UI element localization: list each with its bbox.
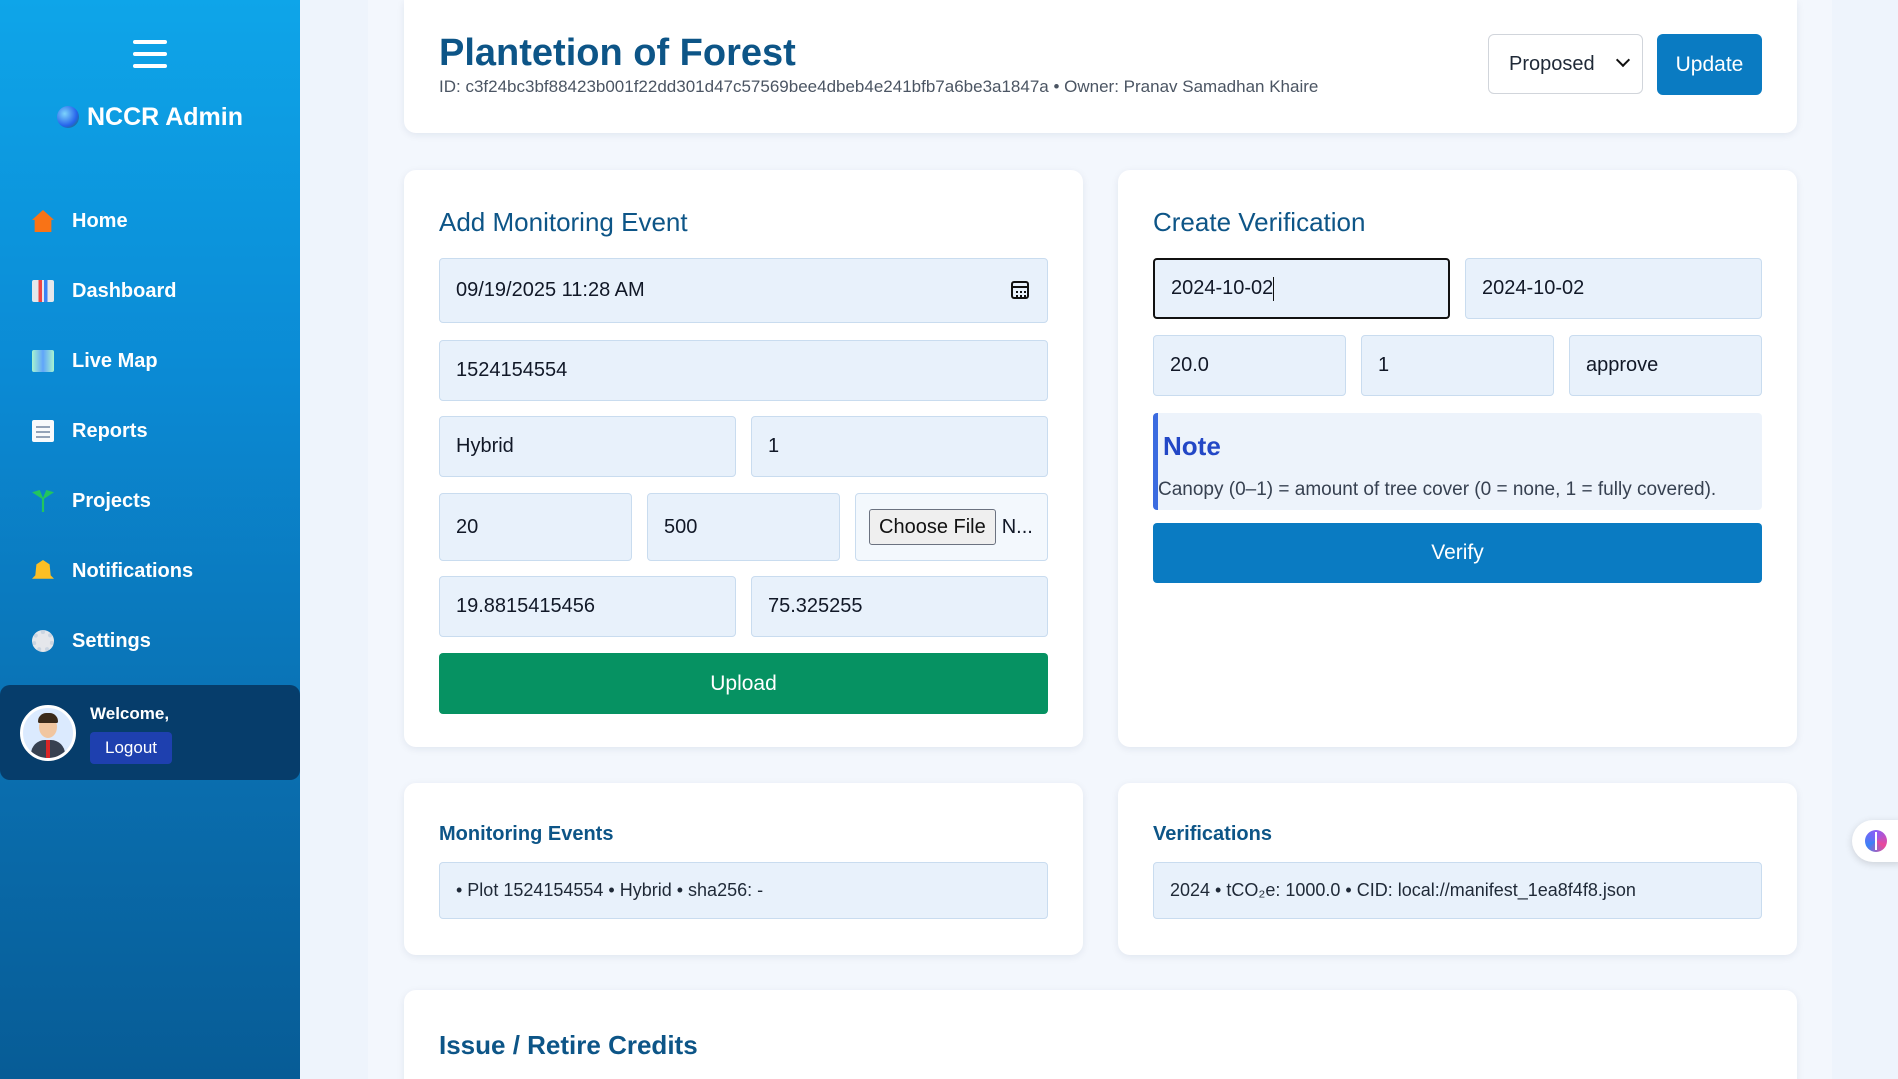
home-icon: [32, 210, 54, 232]
brand: NCCR Admin: [0, 103, 300, 132]
sidebar-item-notifications[interactable]: Notifications: [0, 536, 300, 606]
avatar: [20, 705, 76, 761]
brain-icon: [1865, 830, 1887, 852]
verification-title: Create Verification: [1153, 207, 1366, 237]
verification-card: Create Verification 2024-10-02 2024-10-0…: [1118, 170, 1797, 747]
verifications-title: Verifications: [1153, 823, 1272, 845]
canopy-field[interactable]: 1: [1361, 335, 1554, 396]
datetime-field[interactable]: 09/19/2025 11:28 AM: [439, 258, 1048, 323]
bar-chart-icon: [32, 280, 54, 302]
upload-button[interactable]: Upload: [439, 653, 1048, 714]
sidebar-item-live-map[interactable]: Live Map: [0, 326, 300, 396]
project-header-card: Plantetion of Forest ID: c3f24bc3bf88423…: [404, 0, 1797, 133]
longitude-field[interactable]: 75.325255: [751, 576, 1048, 637]
file-status: N...: [1001, 515, 1033, 538]
document-icon: [32, 420, 54, 442]
status-select[interactable]: Proposed: [1488, 34, 1643, 94]
count-field[interactable]: 1: [751, 416, 1048, 477]
logout-button[interactable]: Logout: [90, 732, 172, 764]
sidebar-item-settings[interactable]: Settings: [0, 606, 300, 676]
plot-id-field[interactable]: 1524154554: [439, 340, 1048, 401]
decision-field[interactable]: approve: [1569, 335, 1762, 396]
text-cursor: [1273, 276, 1275, 301]
welcome-text: Welcome,: [90, 704, 170, 723]
verifications-card: Verifications 2024 • tCO₂e: 1000.0 • CID…: [1118, 783, 1797, 955]
bell-icon: [32, 560, 54, 579]
method-field[interactable]: Hybrid: [439, 416, 736, 477]
project-meta: ID: c3f24bc3bf88423b001f22dd301d47c57569…: [439, 77, 1319, 96]
value-b-field[interactable]: 500: [647, 493, 840, 561]
date-to-field[interactable]: 2024-10-02: [1465, 258, 1762, 319]
page-title: Plantetion of Forest: [439, 32, 796, 74]
calendar-icon[interactable]: [1011, 281, 1029, 299]
note-box: Note Canopy (0–1) = amount of tree cover…: [1153, 413, 1762, 510]
verify-button[interactable]: Verify: [1153, 523, 1762, 583]
status-select-value: Proposed: [1509, 53, 1595, 75]
monitoring-event-card: Add Monitoring Event 09/19/2025 11:28 AM…: [404, 170, 1083, 747]
latitude-field[interactable]: 19.8815415456: [439, 576, 736, 637]
monitoring-events-title: Monitoring Events: [439, 823, 614, 845]
sidebar-item-label: Settings: [72, 629, 151, 652]
gear-icon: [32, 630, 54, 652]
choose-file-button[interactable]: Choose File: [869, 509, 996, 545]
value-field[interactable]: 20.0: [1153, 335, 1346, 396]
sidebar-item-label: Home: [72, 209, 128, 232]
sidebar: NCCR Admin Home Dashboard Live Map Repor…: [0, 0, 300, 1079]
file-input[interactable]: Choose File N...: [855, 493, 1048, 561]
note-title: Note: [1163, 431, 1221, 461]
sidebar-item-home[interactable]: Home: [0, 186, 300, 256]
sidebar-item-label: Reports: [72, 419, 148, 442]
sidebar-item-label: Notifications: [72, 559, 194, 582]
update-button[interactable]: Update: [1657, 34, 1762, 95]
sidebar-item-label: Projects: [72, 489, 151, 512]
note-text: Canopy (0–1) = amount of tree cover (0 =…: [1158, 479, 1717, 500]
list-item: 2024 • tCO₂e: 1000.0 • CID: local://mani…: [1153, 862, 1762, 919]
sidebar-item-label: Dashboard: [72, 279, 177, 302]
user-card: Welcome, Logout: [0, 685, 300, 780]
seedling-icon: [32, 490, 54, 512]
map-icon: [32, 350, 54, 372]
sidebar-item-projects[interactable]: Projects: [0, 466, 300, 536]
date-from-value: 2024-10-02: [1171, 277, 1274, 299]
sidebar-nav: Home Dashboard Live Map Reports Projects…: [0, 186, 300, 676]
datetime-value: 09/19/2025 11:28 AM: [456, 279, 645, 301]
date-from-field[interactable]: 2024-10-02: [1153, 258, 1450, 319]
value-a-field[interactable]: 20: [439, 493, 632, 561]
monitoring-events-card: Monitoring Events • Plot 1524154554 • Hy…: [404, 783, 1083, 955]
sidebar-item-dashboard[interactable]: Dashboard: [0, 256, 300, 326]
issue-retire-title: Issue / Retire Credits: [439, 1030, 698, 1060]
brand-name: NCCR Admin: [86, 103, 243, 131]
assistant-float-button[interactable]: [1852, 820, 1898, 862]
list-item: • Plot 1524154554 • Hybrid • sha256: -: [439, 862, 1048, 919]
sidebar-item-reports[interactable]: Reports: [0, 396, 300, 466]
chevron-down-icon: [1615, 52, 1631, 68]
sidebar-item-label: Live Map: [72, 349, 158, 372]
issue-retire-card: Issue / Retire Credits: [404, 990, 1797, 1079]
globe-icon: [56, 106, 79, 128]
hamburger-menu-icon[interactable]: [133, 40, 167, 74]
monitoring-event-title: Add Monitoring Event: [439, 207, 688, 237]
